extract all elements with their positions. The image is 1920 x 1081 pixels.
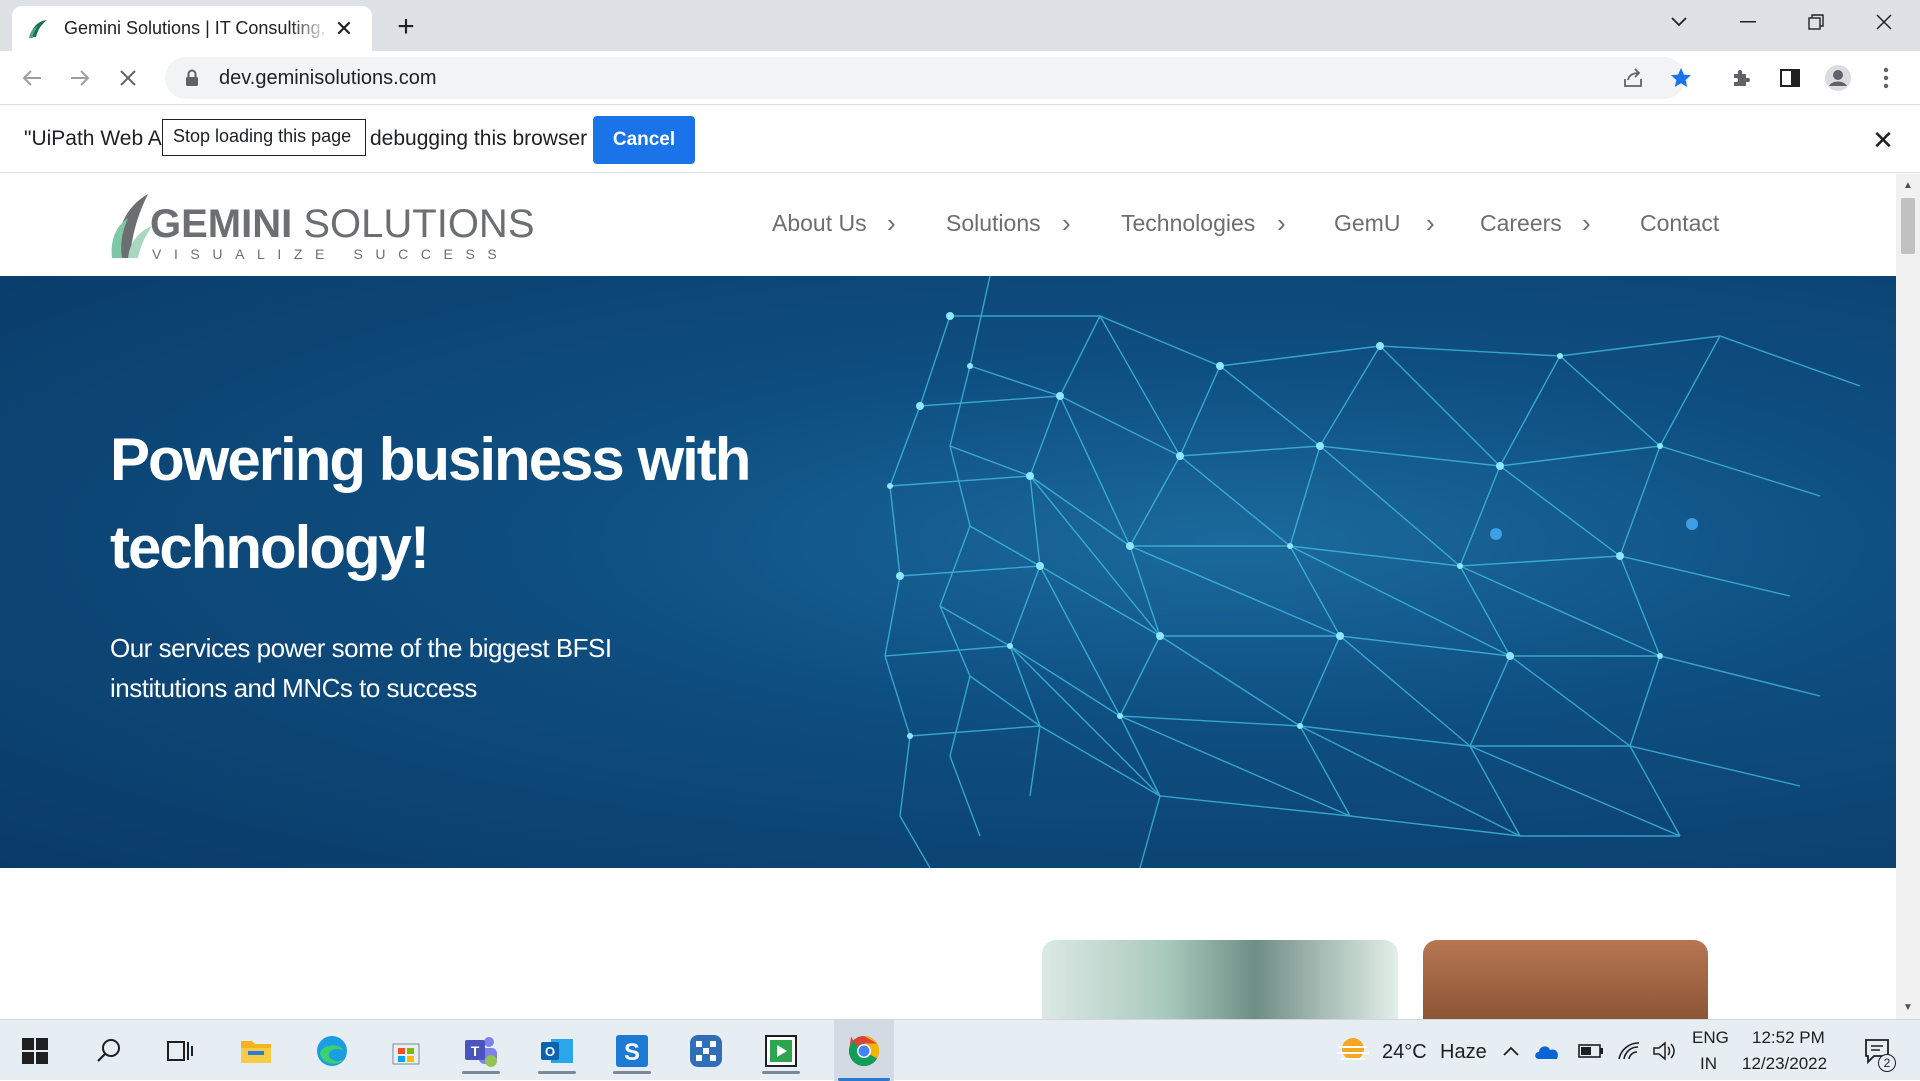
address-bar[interactable]: dev.geminisolutions.com	[165, 57, 1691, 99]
browser-menu-icon[interactable]	[1868, 60, 1904, 96]
logo-text-solutions: SOLUTIONS	[292, 202, 535, 246]
url-text: dev.geminisolutions.com	[219, 66, 437, 89]
search-icon[interactable]	[86, 1028, 132, 1074]
restore-button[interactable]	[1782, 0, 1850, 44]
scrollbar-thumb[interactable]	[1901, 198, 1915, 254]
side-panel-icon[interactable]	[1772, 60, 1808, 96]
outlook-icon[interactable]: O	[534, 1028, 580, 1074]
cancel-debugging-button[interactable]: Cancel	[593, 116, 695, 164]
gemini-logo[interactable]: GEMINI SOLUTIONS VISUALIZE SUCCESS	[108, 188, 535, 264]
microsoft-store-icon[interactable]	[383, 1028, 429, 1074]
language-code[interactable]: ENG	[1692, 1028, 1729, 1048]
edge-browser-icon[interactable]	[309, 1028, 355, 1074]
battery-icon[interactable]	[1576, 1028, 1606, 1074]
tray-chevron-up-icon[interactable]	[1496, 1028, 1526, 1074]
infobar-text-end: debugging this browser	[370, 127, 588, 150]
team-photo-2	[1423, 940, 1708, 1019]
close-window-button[interactable]	[1850, 0, 1918, 44]
tab-search-chevron-icon[interactable]	[1645, 0, 1713, 44]
web-page: GEMINI SOLUTIONS VISUALIZE SUCCESS About…	[0, 174, 1896, 1019]
nav-contact[interactable]: Contact	[1640, 210, 1719, 237]
weather-temperature[interactable]: 24°C	[1382, 1041, 1427, 1064]
clock-time[interactable]: 12:52 PM	[1752, 1028, 1825, 1048]
extensions-puzzle-icon[interactable]	[1724, 60, 1760, 96]
tab-strip: Gemini Solutions | IT Consulting, Softwa…	[0, 0, 1920, 51]
chrome-icon[interactable]	[834, 1020, 894, 1081]
gemu-chevron-icon[interactable]: ›	[1426, 208, 1435, 239]
logo-text-gemini: GEMINI	[150, 202, 293, 246]
infobar-text-start: "UiPath Web Au	[24, 127, 174, 150]
svg-text:S: S	[624, 1039, 640, 1066]
solutions-chevron-icon[interactable]: ›	[1062, 208, 1071, 239]
back-button[interactable]	[14, 60, 50, 96]
tab-title: Gemini Solutions | IT Consulting, Softwa…	[64, 18, 330, 38]
scroll-up-arrow-icon[interactable]: ▲	[1903, 180, 1913, 191]
forward-button[interactable]	[62, 60, 98, 96]
bookmark-star-icon[interactable]	[1665, 62, 1697, 94]
stop-loading-button[interactable]	[110, 60, 146, 96]
about-us-chevron-icon[interactable]: ›	[887, 208, 896, 239]
stop-loading-tooltip: Stop loading this page	[162, 119, 366, 156]
clock-date[interactable]: 12/23/2022	[1742, 1054, 1827, 1074]
logo-tagline: VISUALIZE SUCCESS	[152, 246, 510, 262]
team-photo-1	[1042, 940, 1398, 1019]
profile-avatar-icon[interactable]	[1820, 60, 1856, 96]
nav-gemu[interactable]: GemU	[1334, 210, 1400, 237]
file-explorer-icon[interactable]	[233, 1028, 279, 1074]
gemini-leaf-icon	[111, 194, 152, 258]
wifi-icon[interactable]	[1614, 1028, 1644, 1074]
network-globe-graphic	[884, 276, 1861, 868]
s-app-icon[interactable]: S	[609, 1028, 655, 1074]
browser-toolbar: dev.geminisolutions.com	[0, 51, 1920, 105]
svg-text:O: O	[545, 1044, 555, 1059]
onedrive-cloud-icon[interactable]	[1532, 1028, 1562, 1074]
careers-chevron-icon[interactable]: ›	[1582, 208, 1591, 239]
new-tab-button[interactable]: +	[390, 10, 422, 43]
technologies-chevron-icon[interactable]: ›	[1277, 208, 1286, 239]
windows-start-icon[interactable]	[12, 1028, 58, 1074]
nav-about-us[interactable]: About Us	[772, 210, 867, 237]
svg-text:T: T	[471, 1043, 480, 1059]
notification-count-badge: 2	[1878, 1054, 1896, 1072]
lock-icon[interactable]	[181, 67, 203, 89]
task-view-icon[interactable]	[156, 1028, 202, 1074]
infobar-close-icon[interactable]: ✕	[1868, 125, 1898, 155]
share-icon[interactable]	[1617, 62, 1649, 94]
hero-subtitle: Our services power some of the biggest B…	[110, 633, 612, 703]
notification-center-icon[interactable]: 2	[1858, 1028, 1898, 1074]
network-app-icon[interactable]	[683, 1028, 729, 1074]
gemini-favicon-icon	[29, 19, 47, 38]
nav-careers[interactable]: Careers	[1480, 210, 1562, 237]
nav-solutions[interactable]: Solutions	[946, 210, 1041, 237]
minimize-button[interactable]	[1714, 0, 1782, 44]
weather-haze-icon[interactable]	[1330, 1028, 1376, 1074]
region-code[interactable]: IN	[1700, 1054, 1717, 1074]
nav-technologies[interactable]: Technologies	[1121, 210, 1255, 237]
browser-tab[interactable]: Gemini Solutions | IT Consulting, Softwa…	[12, 6, 372, 51]
site-header: GEMINI SOLUTIONS VISUALIZE SUCCESS About…	[0, 174, 1896, 276]
tab-close-icon[interactable]: ✕	[330, 15, 358, 43]
scroll-down-arrow-icon[interactable]: ▼	[1903, 1002, 1913, 1013]
page-scrollbar[interactable]: ▲ ▼	[1896, 174, 1920, 1019]
hero-title: Powering business with technology!	[110, 426, 751, 581]
windows-taskbar: T O S 24°C Haze ENG IN 12:52 PM 12/23/20…	[0, 1019, 1920, 1081]
hero-banner: Powering business with technology! Our s…	[0, 276, 1896, 868]
volume-icon[interactable]	[1650, 1028, 1680, 1074]
weather-description[interactable]: Haze	[1440, 1041, 1487, 1064]
teams-icon[interactable]: T	[458, 1028, 504, 1074]
green-play-app-icon[interactable]	[758, 1028, 804, 1074]
